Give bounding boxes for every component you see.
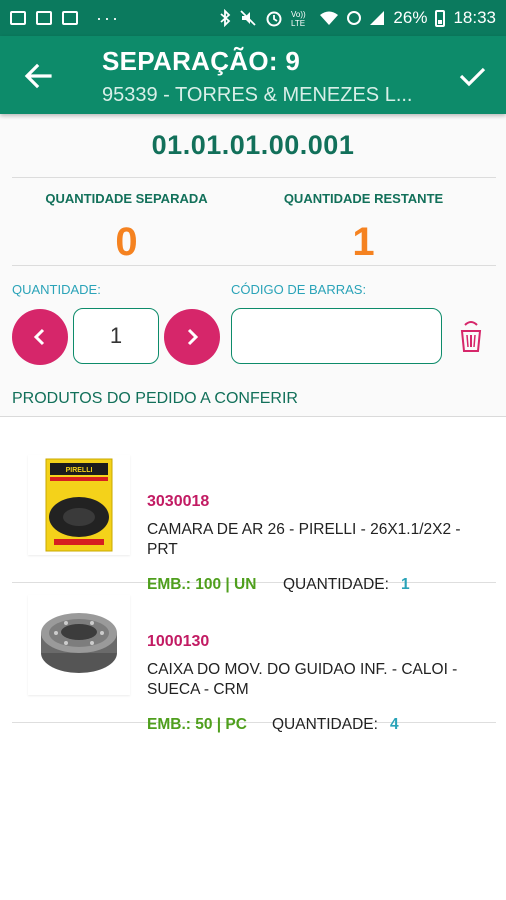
list-item[interactable]: 1000130 CAIXA DO MOV. DO GUIDAO INF. - C… <box>12 583 496 733</box>
increment-button[interactable] <box>164 309 220 365</box>
app-bar: SEPARAÇÃO: 9 95339 - TORRES & MENEZES L.… <box>0 36 506 114</box>
mute-icon <box>240 10 257 26</box>
separated-quantity: QUANTIDADE SEPARADA 0 <box>0 191 253 265</box>
separated-quantity-label: QUANTIDADE SEPARADA <box>45 191 208 206</box>
calendar-icon <box>62 11 78 25</box>
clear-barcode-button[interactable] <box>455 318 487 354</box>
page-subtitle: 95339 - TORRES & MENEZES L... <box>102 84 413 106</box>
divider <box>12 177 496 178</box>
barcode-label: CÓDIGO DE BARRAS: <box>231 282 367 297</box>
quantity-input[interactable]: 1 <box>73 308 159 364</box>
status-bar: ··· Vo)) LTE 26% 18:33 <box>0 0 506 36</box>
bluetooth-icon <box>220 9 231 27</box>
list-item[interactable]: PIRELLI 3030018 CAMARA DE AR 26 - PIRELL… <box>12 443 496 593</box>
status-right: Vo)) LTE 26% 18:33 <box>219 8 496 28</box>
item-code: 3030018 <box>147 493 210 510</box>
chevron-right-icon <box>187 328 199 346</box>
inner-tube-package-image: PIRELLI <box>45 458 113 552</box>
arrow-left-icon <box>24 63 52 89</box>
check-icon <box>459 67 486 87</box>
section-title: PRODUTOS DO PEDIDO A CONFERIR <box>12 390 298 407</box>
divider <box>12 265 496 266</box>
remaining-quantity: QUANTIDADE RESTANTE 1 <box>237 191 490 265</box>
remaining-quantity-label: QUANTIDADE RESTANTE <box>283 191 444 206</box>
separated-quantity-value: 0 <box>115 220 138 264</box>
svg-text:Vo)): Vo)) <box>291 10 306 19</box>
signal-icon <box>370 11 385 25</box>
back-button[interactable] <box>18 56 58 96</box>
item-quantity-value: 4 <box>390 716 399 733</box>
item-packaging: EMB.: 50 | PC <box>147 716 247 733</box>
decrement-button[interactable] <box>12 309 68 365</box>
sd-card-icon <box>36 11 52 25</box>
volte-icon: Vo))LTE <box>291 10 306 27</box>
clock-time: 18:33 <box>453 8 496 27</box>
item-code: 1000130 <box>147 633 210 650</box>
eraser-icon <box>460 321 482 352</box>
chevron-left-icon <box>33 328 45 346</box>
confirm-button[interactable] <box>452 56 492 96</box>
product-code: 01.01.01.00.001 <box>151 130 355 160</box>
alarm-icon <box>266 11 282 27</box>
bearing-cup-image <box>41 613 117 673</box>
barcode-input[interactable] <box>231 308 442 364</box>
sim-icon <box>347 11 362 25</box>
wifi-icon <box>320 11 339 25</box>
battery-icon <box>435 9 446 27</box>
product-thumbnail <box>28 595 130 695</box>
product-thumbnail: PIRELLI <box>28 455 130 555</box>
page-title: SEPARAÇÃO: 9 <box>102 46 301 76</box>
thumbnail-brand: PIRELLI <box>66 467 93 474</box>
item-description: CAIXA DO MOV. DO GUIDAO INF. - CALOI - S… <box>147 661 458 698</box>
image-icon <box>10 11 26 25</box>
svg-text:LTE: LTE <box>291 19 305 27</box>
quantity-label: QUANTIDADE: <box>12 282 101 297</box>
product-list: PIRELLI 3030018 CAMARA DE AR 26 - PIRELL… <box>0 416 506 900</box>
item-quantity-label: QUANTIDADE: <box>272 716 378 733</box>
battery-percent: 26% <box>393 8 428 27</box>
item-description: CAMARA DE AR 26 - PIRELLI - 26X1.1/2X2 -… <box>147 521 461 558</box>
more-notifications-icon: ··· <box>96 8 120 28</box>
status-left: ··· <box>10 9 120 27</box>
remaining-quantity-value: 1 <box>352 220 375 264</box>
